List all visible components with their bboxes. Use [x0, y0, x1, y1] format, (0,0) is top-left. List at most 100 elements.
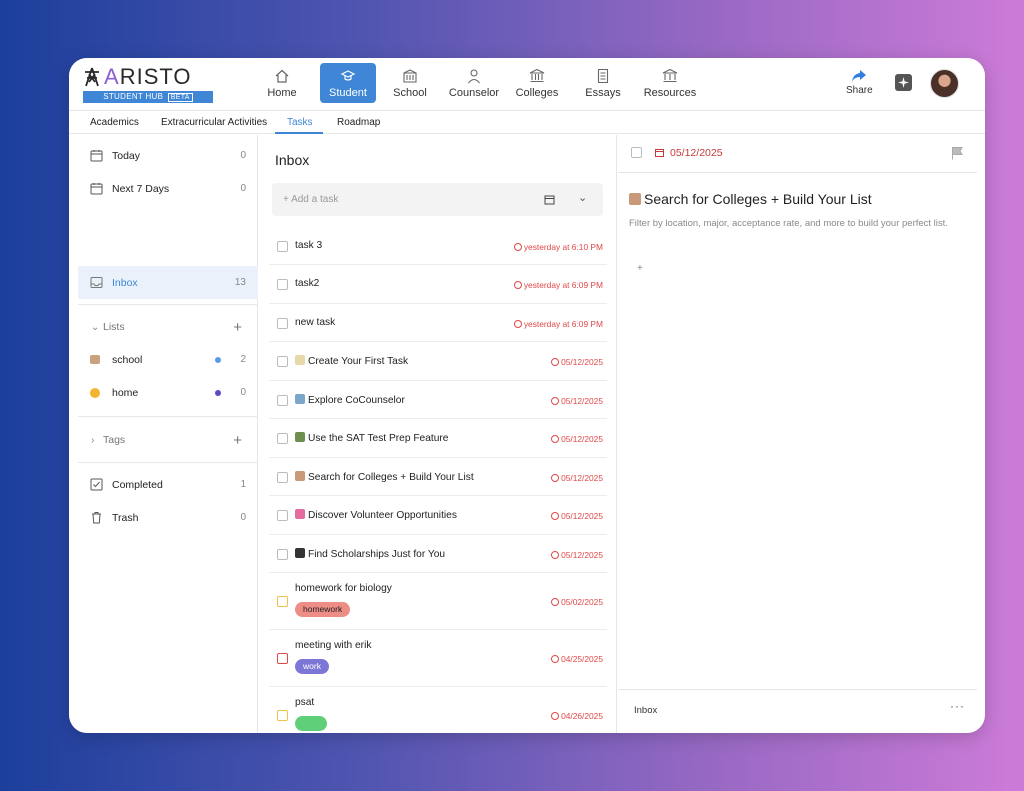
clock-icon	[513, 281, 522, 289]
tag-chip[interactable]: homework	[295, 602, 351, 617]
task-row[interactable]: psat 04/26/2025	[269, 687, 607, 733]
due-date-picker[interactable]: 05/12/2025	[670, 147, 723, 159]
chevron-right-icon: ›	[91, 434, 95, 446]
tab-roadmap[interactable]: Roadmap	[337, 117, 380, 128]
task-row[interactable]: Create Your First Task 05/12/2025	[269, 342, 607, 381]
list-selector[interactable]: Inbox	[634, 705, 657, 716]
student-hub-badge: STUDENT HUB BETA	[83, 91, 213, 103]
clock-icon	[551, 512, 560, 520]
add-subtask-button[interactable]: +	[637, 263, 643, 274]
task-row[interactable]: Discover Volunteer Opportunities 05/12/2…	[269, 496, 607, 535]
task-checkbox[interactable]	[277, 241, 288, 252]
tab-extracurricular[interactable]: Extracurricular Activities	[161, 117, 267, 128]
task-row[interactable]: homework for biology homework 05/02/2025	[269, 573, 607, 630]
add-tag-button[interactable]: +	[233, 432, 242, 449]
task-checkbox[interactable]	[277, 549, 288, 560]
resources-icon	[662, 68, 678, 82]
clock-icon	[551, 474, 560, 482]
school-emoji-icon	[629, 193, 641, 205]
main-nav: Home Student School Counselor Colleges E…	[252, 63, 703, 103]
more-options-icon[interactable]: ···	[950, 699, 965, 713]
task-row[interactable]: task2 yesterday at 6:09 PM	[269, 265, 607, 304]
aristo-logo[interactable]: ARISTO STUDENT HUB BETA	[83, 64, 215, 103]
task-row[interactable]: Search for Colleges + Build Your List 05…	[269, 458, 607, 496]
nav-colleges[interactable]: Colleges	[509, 63, 565, 103]
nav-counselor[interactable]: Counselor	[441, 63, 507, 103]
task-title: Create Your First Task	[295, 355, 408, 367]
detail-header: 05/12/2025	[618, 135, 977, 173]
nav-resources[interactable]: Resources	[637, 63, 703, 103]
tab-tasks[interactable]: Tasks	[287, 117, 313, 128]
divider	[78, 462, 258, 463]
calendar-icon	[90, 150, 103, 162]
task-title: Discover Volunteer Opportunities	[295, 509, 457, 521]
task-due-date: 05/12/2025	[551, 511, 603, 521]
task-checkbox[interactable]	[277, 356, 288, 367]
top-nav: ARISTO STUDENT HUB BETA Home Student Sch…	[69, 58, 985, 110]
sidebar-item-home[interactable]: home 0	[78, 376, 258, 409]
sidebar-item-completed[interactable]: Completed 1	[78, 468, 258, 501]
ai-assistant-button[interactable]	[895, 74, 912, 91]
task-title: Search for Colleges + Build Your List	[295, 471, 474, 483]
task-title: Use the SAT Test Prep Feature	[295, 432, 448, 444]
task-checkbox[interactable]	[277, 510, 288, 521]
task-row[interactable]: task 3 yesterday at 6:10 PM	[269, 227, 607, 265]
task-checkbox[interactable]	[277, 653, 288, 664]
tag-chip[interactable]	[295, 716, 327, 731]
clock-icon	[551, 551, 560, 559]
task-checkbox[interactable]	[277, 596, 288, 607]
task-checkbox[interactable]	[277, 395, 288, 406]
sidebar-item-trash[interactable]: Trash 0	[78, 501, 258, 534]
sidebar-item-inbox[interactable]: Inbox 13	[78, 266, 258, 299]
flag-icon[interactable]	[951, 146, 964, 160]
clock-icon	[513, 243, 522, 251]
school-icon	[403, 68, 417, 83]
home-icon	[275, 69, 289, 83]
nav-student[interactable]: Student	[320, 63, 376, 103]
share-button[interactable]: Share	[846, 69, 873, 96]
task-title: homework for biology	[295, 583, 392, 594]
task-row[interactable]: Use the SAT Test Prep Feature 05/12/2025	[269, 419, 607, 458]
tags-header[interactable]: › Tags +	[78, 428, 258, 452]
task-row[interactable]: meeting with erik work 04/25/2025	[269, 630, 607, 687]
heart-emoji-icon	[295, 509, 305, 519]
task-checkbox[interactable]	[277, 433, 288, 444]
task-checkbox[interactable]	[277, 279, 288, 290]
task-due-date: 05/12/2025	[551, 550, 603, 560]
add-task-input[interactable]: + Add a task ⌄	[272, 183, 603, 216]
task-due-date: 05/12/2025	[551, 434, 603, 444]
essays-icon	[597, 68, 609, 83]
sidebar-item-today[interactable]: Today 0	[78, 139, 258, 172]
task-row[interactable]: Find Scholarships Just for You 05/12/202…	[269, 535, 607, 573]
add-list-button[interactable]: +	[233, 319, 242, 336]
share-arrow-icon	[852, 70, 867, 82]
graduation-cap-emoji-icon	[295, 548, 305, 558]
task-description[interactable]: Filter by location, major, acceptance ra…	[629, 216, 959, 231]
task-detail-title[interactable]: Search for Colleges + Build Your List	[629, 191, 872, 207]
task-complete-checkbox[interactable]	[631, 147, 642, 158]
user-avatar[interactable]	[930, 69, 959, 98]
sidebar-item-school[interactable]: school 2	[78, 343, 258, 376]
calendar-icon	[655, 149, 664, 157]
tab-academics[interactable]: Academics	[90, 117, 139, 128]
checkbox-checked-icon	[90, 478, 103, 491]
tag-chip[interactable]: work	[295, 659, 329, 674]
task-checkbox[interactable]	[277, 472, 288, 483]
clock-icon	[551, 435, 560, 443]
task-checkbox[interactable]	[277, 710, 288, 721]
sidebar-item-next-7-days[interactable]: Next 7 Days 0	[78, 172, 258, 205]
task-detail-panel: 05/12/2025 Search for Colleges + Build Y…	[618, 135, 977, 733]
task-row[interactable]: new task yesterday at 6:09 PM	[269, 304, 607, 342]
nav-essays[interactable]: Essays	[575, 63, 631, 103]
app-window: ARISTO STUDENT HUB BETA Home Student Sch…	[69, 58, 985, 733]
due-date-calendar-icon[interactable]	[544, 194, 555, 205]
student-icon	[340, 69, 356, 81]
task-due-date: 04/25/2025	[551, 654, 603, 664]
nav-school[interactable]: School	[379, 63, 441, 103]
task-row[interactable]: Explore CoCounselor 05/12/2025	[269, 381, 607, 419]
lists-header[interactable]: ⌄ Lists +	[78, 315, 258, 339]
nav-home[interactable]: Home	[252, 63, 312, 103]
task-checkbox[interactable]	[277, 318, 288, 329]
detail-footer: Inbox ···	[618, 689, 977, 725]
chevron-down-icon[interactable]: ⌄	[578, 191, 587, 204]
